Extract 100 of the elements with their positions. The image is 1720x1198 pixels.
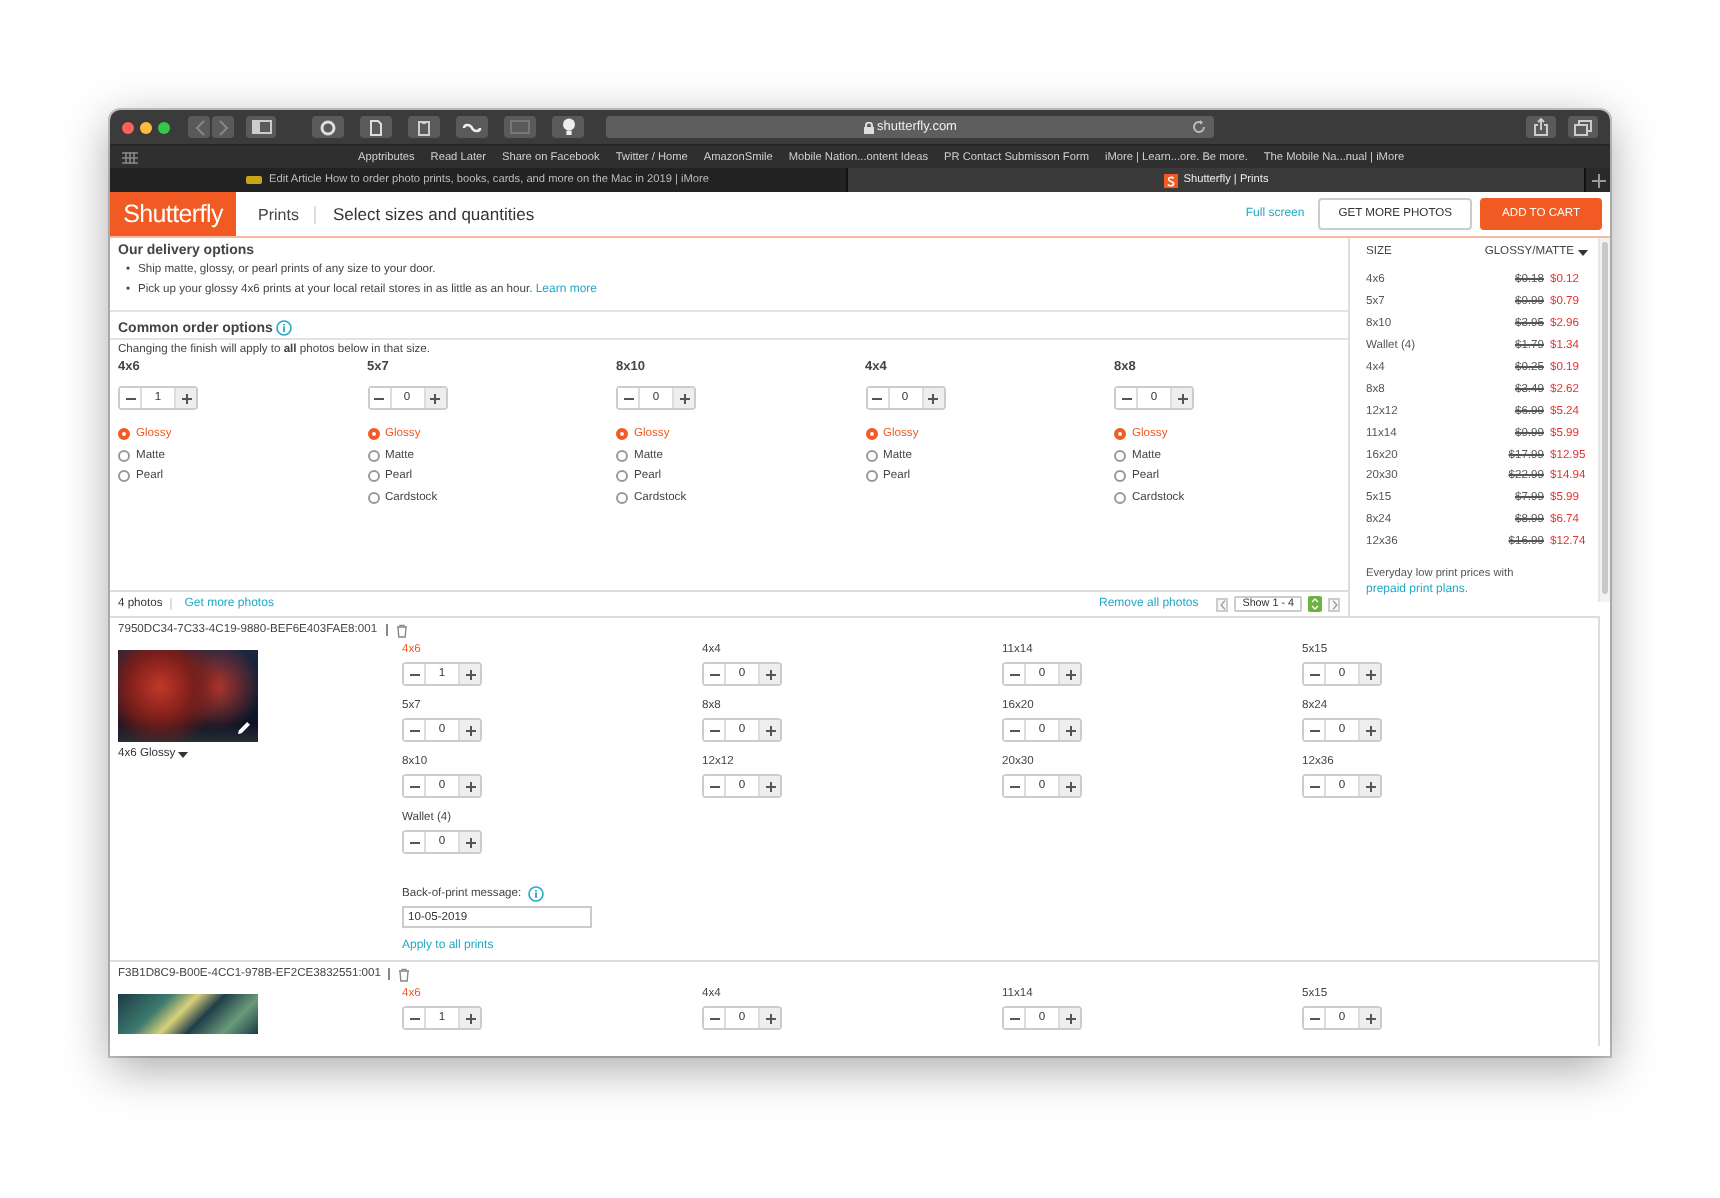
- radio-icon[interactable]: [1114, 449, 1126, 462]
- increase-button[interactable]: [1358, 1008, 1380, 1028]
- increase-button[interactable]: [1358, 664, 1380, 684]
- decrease-button[interactable]: [1004, 1008, 1026, 1028]
- decrease-button[interactable]: [1304, 776, 1326, 796]
- extension-button[interactable]: [456, 116, 488, 138]
- sidebar-button[interactable]: [246, 116, 276, 138]
- photo-placeholder[interactable]: [118, 994, 258, 1034]
- extension-button[interactable]: [408, 116, 440, 138]
- radio-icon[interactable]: [118, 470, 130, 483]
- extension-button[interactable]: [360, 116, 392, 138]
- decrease-button[interactable]: [120, 388, 142, 408]
- decrease-button[interactable]: [404, 720, 426, 740]
- increase-button[interactable]: [458, 776, 480, 796]
- radio-icon[interactable]: [118, 428, 130, 441]
- radio-icon[interactable]: [1114, 428, 1126, 441]
- radio-icon[interactable]: [616, 449, 628, 462]
- increase-button[interactable]: [672, 388, 694, 408]
- decrease-button[interactable]: [369, 388, 391, 408]
- radio-icon[interactable]: [367, 428, 379, 441]
- plus-icon: [465, 669, 475, 679]
- increase-button[interactable]: [1358, 776, 1380, 796]
- decrease-button[interactable]: [704, 720, 726, 740]
- decrease-button[interactable]: [1304, 1008, 1326, 1028]
- decrease-button[interactable]: [867, 388, 889, 408]
- reload-icon[interactable]: [1192, 120, 1206, 134]
- increase-button[interactable]: [758, 776, 780, 796]
- tray-icon: [510, 120, 530, 134]
- radio-icon[interactable]: [118, 449, 130, 462]
- plus-icon: [430, 393, 440, 403]
- plus-icon: [1365, 725, 1375, 735]
- increase-button[interactable]: [458, 720, 480, 740]
- increase-button[interactable]: [1058, 664, 1080, 684]
- caret-icon: [177, 751, 188, 757]
- increase-button[interactable]: [423, 388, 445, 408]
- plus-icon: [1365, 781, 1375, 791]
- decrease-button[interactable]: [404, 832, 426, 852]
- chevron-left-icon: [193, 119, 205, 135]
- info-icon[interactable]: [527, 886, 544, 902]
- extension-button[interactable]: [312, 116, 344, 138]
- radio-icon[interactable]: [367, 491, 379, 504]
- tag-icon: [246, 176, 263, 184]
- decrease-button[interactable]: [704, 776, 726, 796]
- next-page-button[interactable]: [1328, 597, 1340, 611]
- radio-icon[interactable]: [1114, 470, 1126, 483]
- close-icon[interactable]: [122, 121, 134, 133]
- tabs-button[interactable]: [1568, 116, 1598, 138]
- previous-page-button[interactable]: [1216, 597, 1229, 611]
- radio-icon[interactable]: [1114, 491, 1126, 504]
- decrease-button[interactable]: [1304, 664, 1326, 684]
- increase-button[interactable]: [758, 1008, 780, 1028]
- increase-button[interactable]: [1058, 776, 1080, 796]
- decrease-button[interactable]: [618, 388, 640, 408]
- decrease-button[interactable]: [704, 1008, 726, 1028]
- increase-button[interactable]: [1058, 1008, 1080, 1028]
- radio-icon[interactable]: [367, 470, 379, 483]
- back-button[interactable]: [188, 116, 210, 138]
- increase-button[interactable]: [458, 1008, 480, 1028]
- share-button[interactable]: [1526, 116, 1556, 138]
- increase-button[interactable]: [1358, 720, 1380, 740]
- minus-icon: [1309, 785, 1319, 787]
- new-tab-button[interactable]: [1586, 168, 1610, 192]
- increase-button[interactable]: [1058, 720, 1080, 740]
- radio-icon[interactable]: [367, 449, 379, 462]
- caret-icon[interactable]: [1578, 249, 1588, 255]
- plus-icon: [465, 725, 475, 735]
- radio-icon[interactable]: [865, 428, 877, 441]
- grid-icon[interactable]: [122, 151, 138, 163]
- increase-button[interactable]: [1170, 388, 1192, 408]
- trash-icon[interactable]: [395, 623, 408, 637]
- decrease-button[interactable]: [1004, 720, 1026, 740]
- radio-icon[interactable]: [616, 470, 628, 483]
- radio-icon[interactable]: [865, 470, 877, 483]
- decrease-button[interactable]: [404, 1008, 426, 1028]
- radio-icon[interactable]: [865, 449, 877, 462]
- dropdown-icon[interactable]: [1308, 596, 1322, 612]
- info-icon[interactable]: [276, 320, 293, 336]
- decrease-button[interactable]: [404, 664, 426, 684]
- decrease-button[interactable]: [1004, 664, 1026, 684]
- trash-icon[interactable]: [398, 967, 411, 981]
- extension-button[interactable]: [552, 116, 584, 138]
- forward-button[interactable]: [212, 116, 234, 138]
- zoom-icon[interactable]: [158, 121, 170, 133]
- increase-button[interactable]: [174, 388, 196, 408]
- radio-icon[interactable]: [616, 491, 628, 504]
- increase-button[interactable]: [458, 832, 480, 852]
- increase-button[interactable]: [758, 664, 780, 684]
- decrease-button[interactable]: [1004, 776, 1026, 796]
- minus-icon: [709, 785, 719, 787]
- decrease-button[interactable]: [404, 776, 426, 796]
- radio-icon[interactable]: [616, 428, 628, 441]
- scrollbar[interactable]: [1598, 238, 1610, 602]
- pencil-icon[interactable]: [236, 720, 252, 736]
- decrease-button[interactable]: [704, 664, 726, 684]
- decrease-button[interactable]: [1116, 388, 1138, 408]
- decrease-button[interactable]: [1304, 720, 1326, 740]
- increase-button[interactable]: [921, 388, 943, 408]
- increase-button[interactable]: [758, 720, 780, 740]
- minimize-icon[interactable]: [140, 121, 152, 133]
- increase-button[interactable]: [458, 664, 480, 684]
